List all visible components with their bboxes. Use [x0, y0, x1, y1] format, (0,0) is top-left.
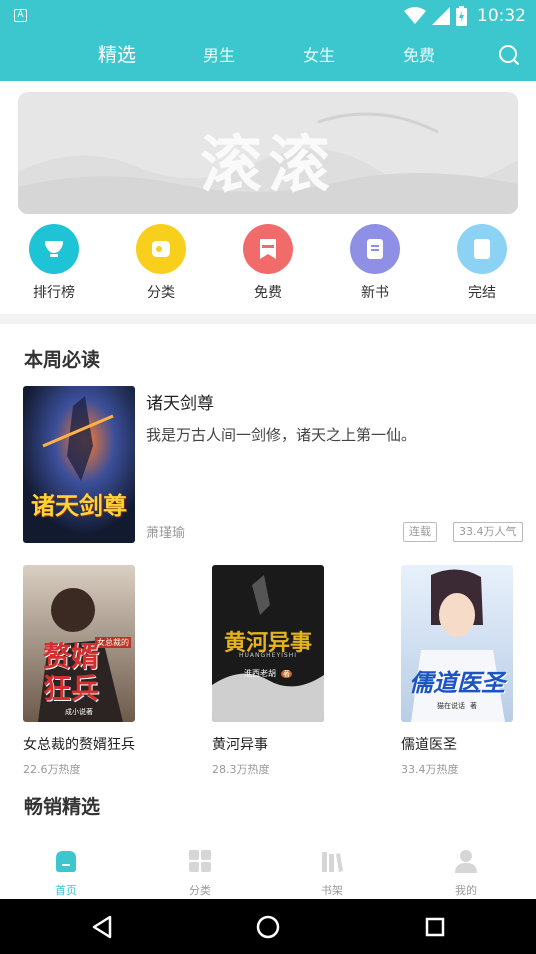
tabbar-label: 首页 — [55, 884, 77, 897]
featured-book-desc: 我是万古人间一剑修，诸天之上第一仙。 — [146, 426, 417, 444]
featured-book-title[interactable]: 诸天剑尊 — [146, 389, 214, 414]
newbook-icon — [350, 224, 400, 274]
banner-title: 滚滚 — [199, 128, 336, 201]
app-header: A 10:32 精选 男生 女生 免费 — [0, 0, 536, 81]
promo-banner[interactable]: 滚滚 — [18, 92, 518, 214]
section-title-weekly: 本周必读 — [24, 349, 101, 371]
book-card[interactable]: 女总裁的 赘婿狂兵 成小说著 女总裁的赘婿狂兵 22.6万热度 — [23, 565, 135, 777]
book-title: 黄河异事 — [212, 737, 268, 753]
entry-label: 完结 — [468, 285, 496, 301]
book-heat: 22.6万热度 — [23, 763, 81, 776]
app-screen: A 10:32 精选 男生 女生 免费 滚滚 排行榜 分类 免费 新书 完结 本… — [0, 0, 536, 954]
featured-book-author: 萧瑾瑜 — [146, 526, 186, 541]
cover-subtext: 成小说著 — [65, 708, 93, 716]
tab-free[interactable]: 免费 — [403, 42, 435, 66]
book-heat: 28.3万热度 — [212, 763, 270, 776]
bottom-tab-bar: 首页 分类 书架 我的 — [0, 842, 536, 899]
entry-ranking[interactable]: 排行榜 — [14, 224, 94, 302]
tab-female[interactable]: 女生 — [303, 42, 335, 66]
tabbar-label: 分类 — [189, 884, 211, 897]
cover-author-line: 淮西老胡 著 — [212, 661, 324, 680]
book-card[interactable]: 儒道医圣 猫在说话 著 儒道医圣 33.4万热度 — [401, 565, 513, 777]
cover-author: 淮西老胡 — [243, 669, 276, 678]
book-title: 女总裁的赘婿狂兵 — [23, 737, 135, 753]
entry-free[interactable]: 免费 — [228, 224, 308, 302]
top-nav: 精选 男生 女生 免费 — [0, 40, 536, 74]
category-icon — [136, 224, 186, 274]
status-icons: 10:32 — [404, 6, 526, 26]
entry-category[interactable]: 分类 — [121, 224, 201, 302]
cover-badge: 著 — [470, 702, 478, 710]
app-notification-icon: A — [14, 9, 27, 22]
tab-featured[interactable]: 精选 — [98, 40, 136, 67]
status-badge: 连载 — [403, 522, 437, 542]
entry-finished[interactable]: 完结 — [442, 224, 522, 302]
finished-icon — [457, 224, 507, 274]
trophy-icon — [29, 224, 79, 274]
entry-label: 分类 — [147, 285, 175, 301]
status-bar: A 10:32 — [0, 0, 536, 32]
book-heat: 33.4万热度 — [401, 763, 459, 776]
tabbar-bookshelf[interactable]: 书架 — [292, 848, 372, 898]
entry-label: 免费 — [254, 285, 282, 301]
tabbar-label: 书架 — [321, 884, 343, 897]
entry-label: 新书 — [361, 285, 389, 301]
tab-male[interactable]: 男生 — [203, 42, 235, 66]
wifi-icon — [404, 7, 426, 24]
popularity-badge: 33.4万人气 — [453, 522, 523, 542]
tabbar-home[interactable]: 首页 — [26, 848, 106, 898]
grid-icon — [189, 850, 211, 872]
cover-author-line: 猫在说话 著 — [401, 693, 513, 712]
home-icon — [56, 851, 76, 872]
battery-icon — [456, 6, 467, 26]
user-icon — [455, 850, 477, 873]
bookshelf-icon — [322, 852, 343, 872]
recents-icon[interactable] — [421, 913, 449, 941]
section-title-bestseller: 畅销精选 — [24, 796, 101, 818]
book-cover[interactable]: 儒道医圣 猫在说话 著 — [401, 565, 513, 722]
tabbar-label: 我的 — [455, 884, 477, 897]
tabbar-category[interactable]: 分类 — [160, 848, 240, 898]
search-icon[interactable] — [498, 44, 520, 66]
system-nav-bar — [0, 899, 536, 954]
book-title: 儒道医圣 — [401, 737, 457, 753]
signal-icon — [432, 7, 450, 25]
cover-subtext: HUANGHEYISHI — [239, 652, 297, 659]
back-icon[interactable] — [88, 913, 116, 941]
quick-entries: 排行榜 分类 免费 新书 完结 — [0, 224, 536, 304]
free-icon — [243, 224, 293, 274]
book-cover[interactable]: 黄河异事 HUANGHEYISHI 淮西老胡 著 — [212, 565, 324, 722]
book-card[interactable]: 黄河异事 HUANGHEYISHI 淮西老胡 著 黄河异事 28.3万热度 — [212, 565, 324, 777]
home-circle-icon[interactable] — [254, 913, 282, 941]
cover-title: 诸天剑尊 — [31, 491, 127, 520]
cover-badge: 著 — [281, 670, 293, 678]
status-time: 10:32 — [477, 6, 526, 26]
entry-label: 排行榜 — [33, 285, 75, 301]
cover-subtext: 猫在说话 — [436, 702, 465, 710]
section-divider — [0, 314, 536, 324]
entry-new-books[interactable]: 新书 — [335, 224, 415, 302]
featured-book-cover[interactable]: 诸天剑尊 — [23, 386, 135, 543]
book-cover[interactable]: 女总裁的 赘婿狂兵 成小说著 — [23, 565, 135, 722]
cover-title: 赘婿狂兵 — [43, 640, 100, 705]
tabbar-profile[interactable]: 我的 — [426, 848, 506, 898]
